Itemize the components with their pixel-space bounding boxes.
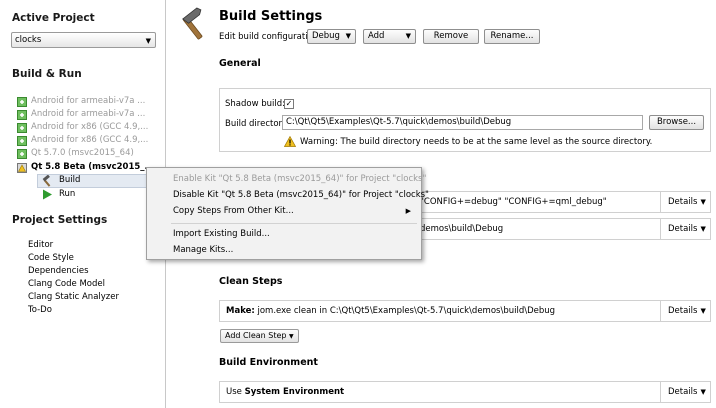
chevron-down-icon: ▼ [145,37,151,45]
chevron-down-icon: ▼ [289,333,294,340]
submenu-arrow-icon: ▶ [405,207,411,215]
kit-ok-icon [17,136,27,146]
kit-item-android-x86-1[interactable]: Android for x86 (GCC 4.9,... [17,122,148,133]
chevron-down-icon: ▼ [345,32,351,40]
browse-button[interactable]: Browse... [649,115,704,130]
kit-item-qt570[interactable]: Qt 5.7.0 (msvc2015_64) [17,148,134,159]
edit-config-label: Edit build configuration: [219,32,322,42]
make-details-button[interactable]: Details ▼ [660,219,710,239]
chevron-down-icon: ▼ [700,225,706,233]
clean-make-step-text: Make: jom.exe clean in C:\Qt\Qt5\Example… [226,306,556,316]
remove-config-button[interactable]: Remove [423,29,479,44]
project-sidebar: Active Project clocks ▼ Build & Run Andr… [0,0,166,408]
kit-ok-icon [17,123,27,133]
add-config-button[interactable]: Add ▼ [363,29,416,44]
kit-ok-icon [17,110,27,120]
build-environment-heading: Build Environment [219,357,318,368]
clean-details-button[interactable]: Details ▼ [660,301,710,321]
chevron-down-icon: ▼ [700,198,706,206]
sidebar-item-todo[interactable]: To-Do [28,305,52,315]
shadow-build-checkbox[interactable]: ✓ [284,99,294,109]
add-clean-step-button[interactable]: Add Clean Step ▼ [220,329,299,343]
build-environment-text: Use System Environment [226,387,345,397]
rename-config-button[interactable]: Rename... [484,29,540,44]
menu-separator [171,223,417,224]
hammer-icon [181,7,203,40]
active-project-heading: Active Project [12,12,95,24]
kit-ok-icon [17,97,27,107]
menu-item-disable-kit[interactable]: Disable Kit "Qt 5.8 Beta (msvc2015_64)" … [173,190,429,200]
project-select[interactable]: clocks ▼ [11,32,156,48]
build-dir-warning: Warning: The build directory needs to be… [300,137,653,147]
run-icon [43,189,52,200]
build-environment-row: Use System Environment Details ▼ [219,381,711,403]
menu-item-copy-steps[interactable]: Copy Steps From Other Kit... [173,206,407,216]
qmake-details-button[interactable]: Details ▼ [660,192,710,212]
general-panel: Shadow build: ✓ Build directory: C:\Qt\Q… [219,88,711,152]
build-dir-label: Build directory: [225,119,290,129]
sidebar-item-editor[interactable]: Editor [28,240,53,250]
sidebar-item-clang-static-analyzer[interactable]: Clang Static Analyzer [28,292,119,302]
sidebar-item-dependencies[interactable]: Dependencies [28,266,89,276]
kit-context-menu: Enable Kit "Qt 5.8 Beta (msvc2015_64)" f… [146,167,429,260]
chevron-down-icon: ▼ [700,307,706,315]
hammer-icon [42,175,51,187]
sidebar-item-code-style[interactable]: Code Style [28,253,74,263]
warning-icon [284,136,296,147]
sidebar-item-clang-code-model[interactable]: Clang Code Model [28,279,105,289]
menu-item-manage-kits[interactable]: Manage Kits... [173,245,233,255]
make-step-text: demos\build\Debug [420,224,504,234]
build-dir-input[interactable]: C:\Qt\Qt5\Examples\Qt-5.7\quick\demos\bu… [282,115,643,130]
env-details-button[interactable]: Details ▼ [660,382,710,402]
build-config-select[interactable]: Debug ▼ [307,29,356,44]
build-run-heading: Build & Run [12,68,82,80]
chevron-down-icon: ▼ [700,388,706,396]
kit-item-android-x86-2[interactable]: Android for x86 (GCC 4.9,... [17,135,148,146]
kit-item-android-armv7a-2[interactable]: Android for armeabi-v7a ... [17,109,145,120]
menu-item-import-build[interactable]: Import Existing Build... [173,229,270,239]
qmake-step-text: "CONFIG+=debug" "CONFIG+=qml_debug" [420,197,607,207]
build-item-selection [37,174,148,188]
menu-item-enable-kit[interactable]: Enable Kit "Qt 5.8 Beta (msvc2015_64)" f… [173,174,426,184]
page-title: Build Settings [219,9,323,24]
kit-item-qt58-beta[interactable]: Qt 5.8 Beta (msvc2015_... [17,162,154,173]
chevron-down-icon: ▼ [405,32,411,40]
clean-steps-heading: Clean Steps [219,276,283,287]
general-heading: General [219,58,261,69]
build-config-value: Debug [312,31,340,41]
kit-ok-icon [17,149,27,159]
shadow-build-label: Shadow build: [225,99,286,109]
project-settings-heading: Project Settings [12,214,108,226]
clean-make-step-row: Make: jom.exe clean in C:\Qt\Qt5\Example… [219,300,711,322]
project-select-value: clocks [15,35,42,45]
kit-item-android-armv7a-1[interactable]: Android for armeabi-v7a ... [17,96,145,107]
kit-warning-icon [17,163,27,173]
